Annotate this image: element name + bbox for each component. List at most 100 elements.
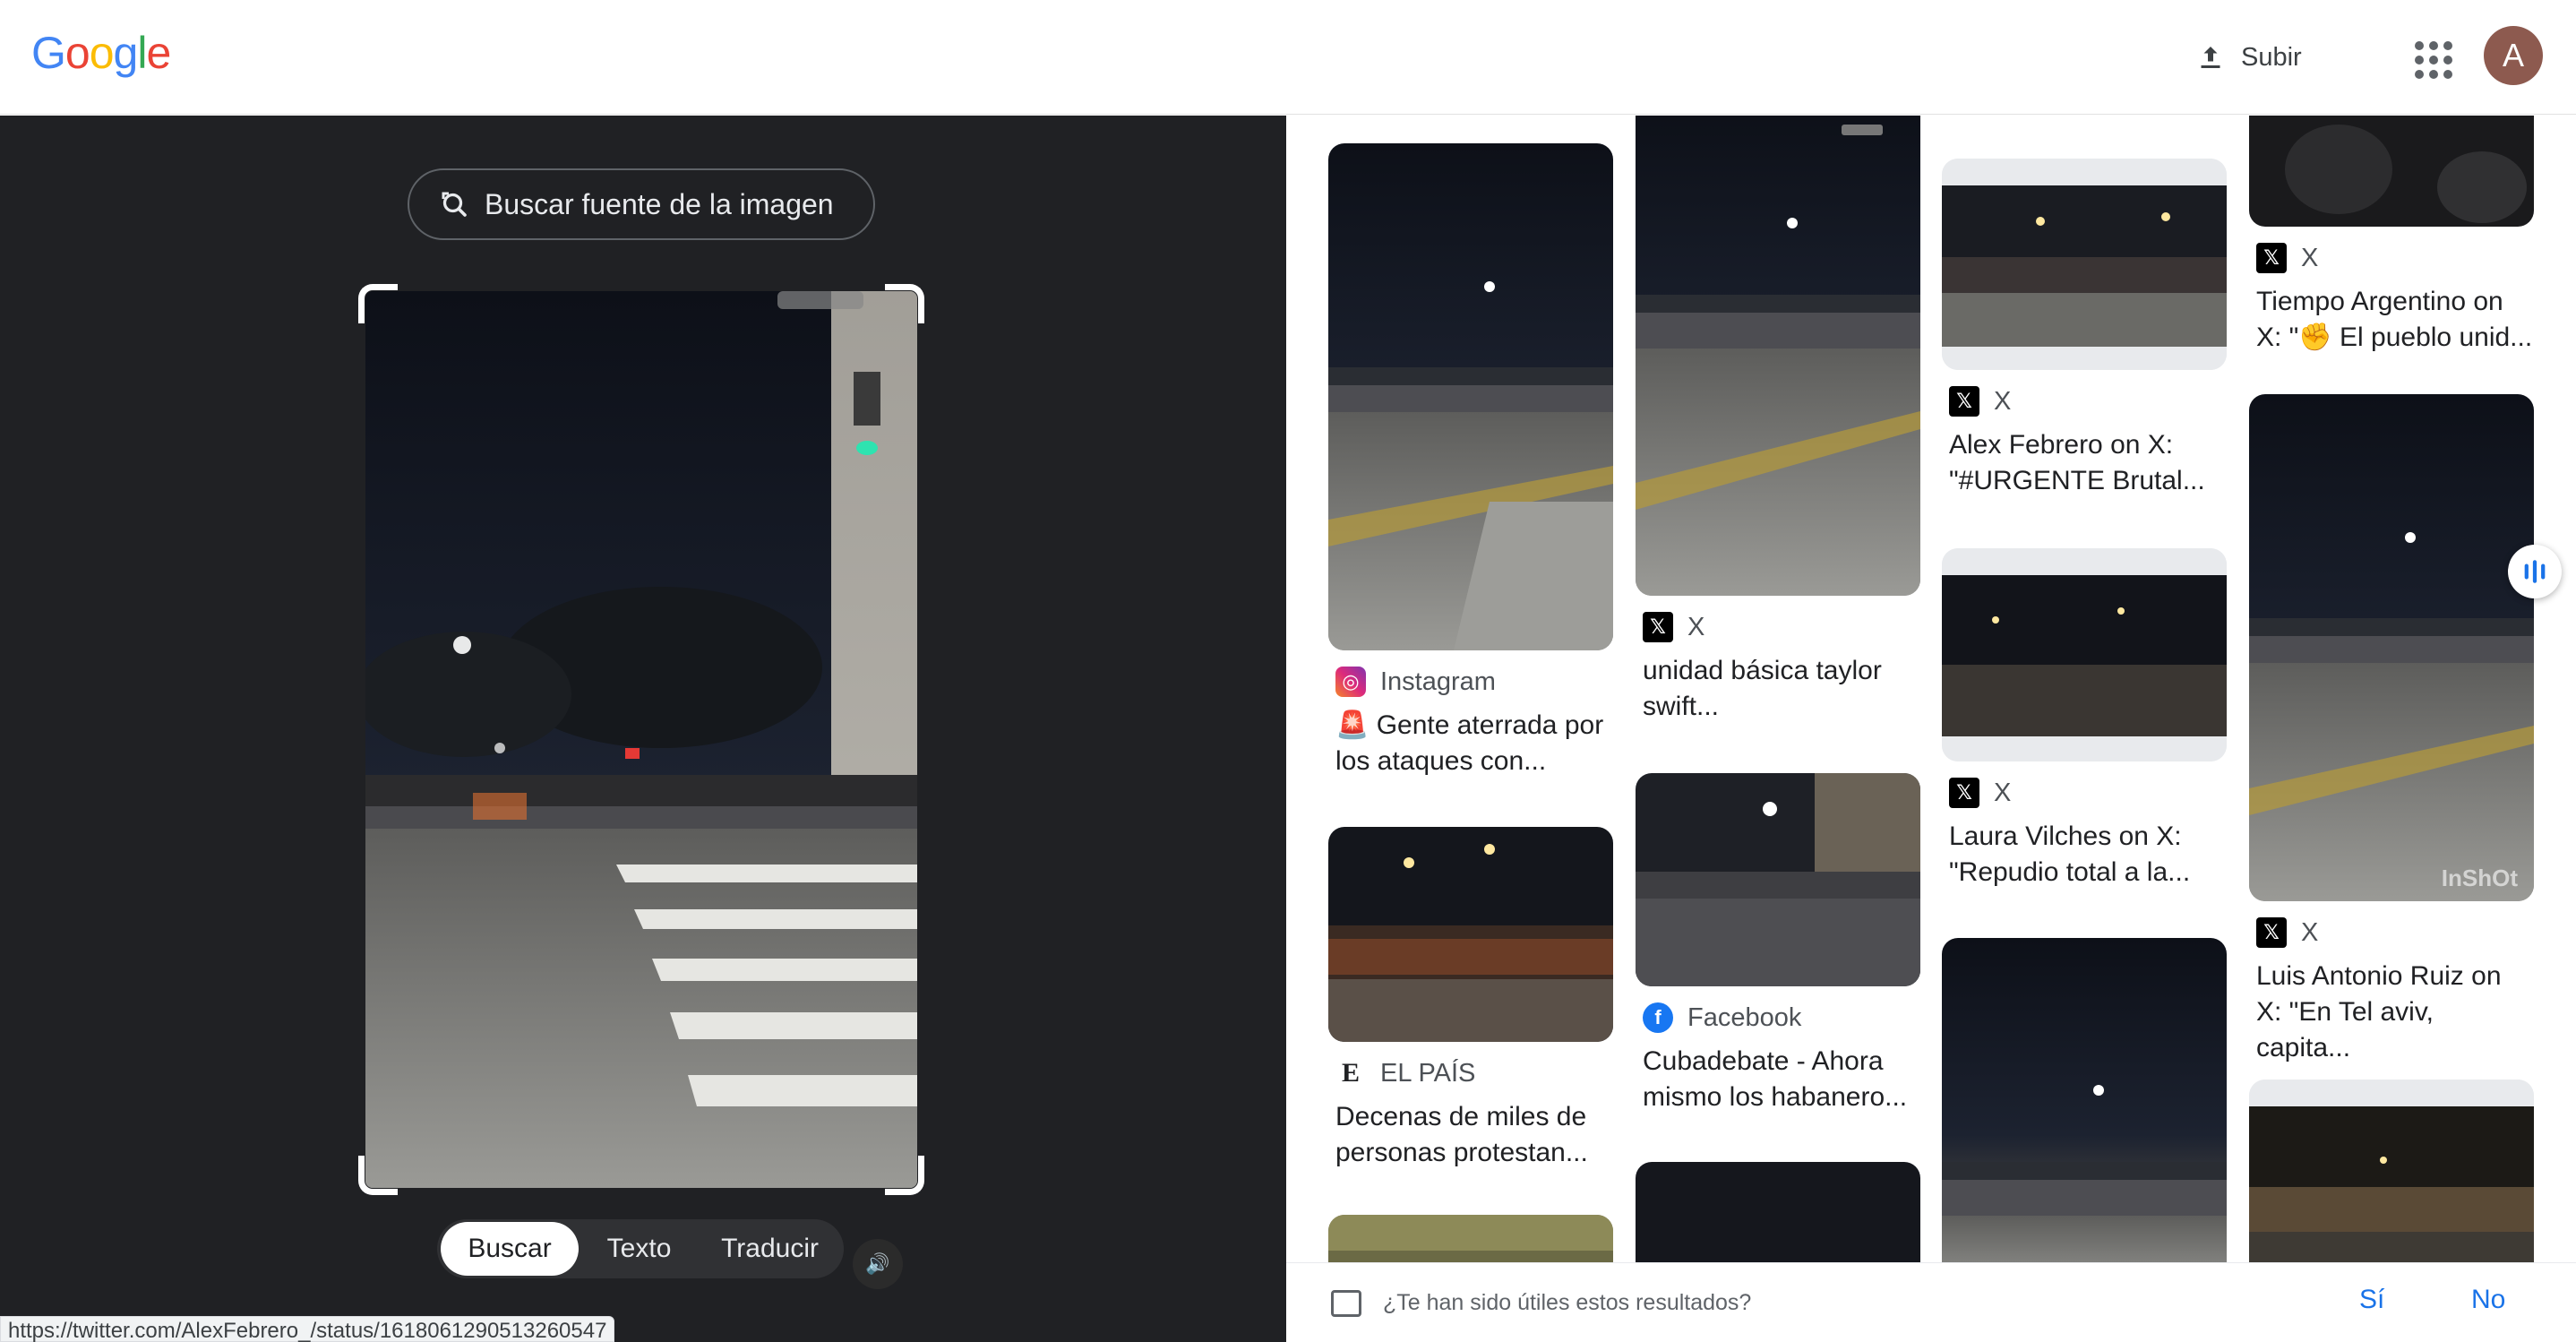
result-card[interactable]: 𝕏 X unidad básica taylor swift... <box>1636 116 1920 725</box>
result-thumbnail[interactable] <box>1942 548 2227 761</box>
result-thumbnail[interactable] <box>1636 1162 1920 1262</box>
result-source: 𝕏 X <box>2249 917 2534 948</box>
result-card[interactable]: InShOt 𝕏 X Luis Antonio Ruiz on X: "En T… <box>2249 394 2534 1066</box>
result-source: E EL PAÍS <box>1328 1058 1613 1088</box>
instagram-icon: ◎ <box>1335 667 1366 697</box>
result-thumbnail[interactable] <box>1328 1215 1613 1262</box>
lens-search-icon <box>442 192 467 217</box>
result-source: 𝕏 X <box>1942 778 2227 808</box>
result-title-line: "#URGENTE Brutal... <box>1949 466 2205 495</box>
result-title-line: los ataques con... <box>1335 746 1547 776</box>
result-title-line: Laura Vilches on X: <box>1949 822 2182 851</box>
result-card[interactable]: 𝕏 X Laura Vilches on X: "Repudio total a… <box>1942 548 2227 890</box>
feedback-yes-button[interactable]: Sí <box>2359 1285 2384 1315</box>
status-bar-url: https://twitter.com/AlexFebrero_/status/… <box>0 1316 615 1342</box>
result-title-line: personas protestan... <box>1335 1138 1588 1167</box>
result-source: ◎ Instagram <box>1328 667 1613 697</box>
result-title[interactable]: Tiempo Argentino on X: "✊ El pueblo unid… <box>2249 284 2534 356</box>
lens-mode-selector: Buscar Texto Traducir <box>437 1219 844 1278</box>
result-title-line: swift... <box>1643 692 1720 721</box>
result-thumbnail[interactable] <box>1328 827 1613 1042</box>
result-title-line: unidad básica taylor <box>1643 656 1882 685</box>
tab-buscar[interactable]: Buscar <box>441 1222 579 1276</box>
result-thumbnail[interactable] <box>1328 143 1613 650</box>
result-title-line: Cubadebate - Ahora <box>1643 1046 1884 1076</box>
tab-texto[interactable]: Texto <box>579 1222 700 1276</box>
result-title[interactable]: Luis Antonio Ruiz on X: "En Tel aviv, ca… <box>2249 959 2534 1066</box>
sound-icon[interactable]: 🔊 <box>853 1239 903 1289</box>
result-thumbnail[interactable] <box>1636 116 1920 596</box>
result-card[interactable]: E EL PAÍS Decenas de miles de personas p… <box>1328 827 1613 1171</box>
result-card[interactable]: 𝕏 X Tiempo Argentino on X: "✊ El pueblo … <box>2249 116 2534 356</box>
result-source: 𝕏 X <box>1942 386 2227 417</box>
result-card[interactable]: f Facebook Cubadebate - Ahora mismo los … <box>1636 773 1920 1115</box>
result-title[interactable]: unidad básica taylor swift... <box>1636 653 1920 725</box>
result-source-name: X <box>2301 917 2319 947</box>
top-bar: Google Subir A <box>0 0 2576 115</box>
crop-handle-top-left[interactable] <box>358 284 398 323</box>
result-thumbnail[interactable] <box>2249 116 2534 227</box>
result-card[interactable]: ◎ Instagram 🚨 Gente aterrada por los ata… <box>1328 143 1613 779</box>
facebook-icon: f <box>1643 1002 1673 1033</box>
result-card[interactable] <box>1328 1215 1613 1262</box>
query-image <box>365 291 917 1188</box>
result-source-name: X <box>1994 778 2012 807</box>
result-title-line: Alex Febrero on X: <box>1949 430 2174 460</box>
result-title-line: 🚨 Gente aterrada por <box>1335 710 1604 740</box>
avatar[interactable]: A <box>2484 26 2543 85</box>
result-card[interactable] <box>1636 1162 1920 1262</box>
inshot-watermark: InShOt <box>2441 865 2518 891</box>
result-source: 𝕏 X <box>2249 243 2534 273</box>
feedback-question: ¿Te han sido útiles estos resultados? <box>1383 1290 1752 1315</box>
result-thumbnail[interactable] <box>2249 1080 2534 1262</box>
x-icon: 𝕏 <box>2256 917 2287 948</box>
find-image-source-button[interactable]: Buscar fuente de la imagen <box>408 168 875 240</box>
find-image-source-label: Buscar fuente de la imagen <box>485 187 834 220</box>
elpais-icon: E <box>1335 1058 1366 1088</box>
x-icon: 𝕏 <box>1643 612 1673 642</box>
audio-bars-icon[interactable] <box>2508 545 2562 598</box>
lens-image-pane: Buscar fuente de la imagen 🔊 Buscar Text… <box>0 116 1286 1342</box>
result-title-line: Decenas de miles de <box>1335 1102 1587 1131</box>
crop-handle-bottom-left[interactable] <box>358 1156 398 1195</box>
result-title[interactable]: Laura Vilches on X: "Repudio total a la.… <box>1942 819 2227 890</box>
result-title[interactable]: Cubadebate - Ahora mismo los habanero... <box>1636 1044 1920 1115</box>
result-title-line: X: "En Tel aviv, capita... <box>2256 997 2434 1062</box>
logo-letter: G <box>31 28 66 78</box>
visual-matches-results: ◎ Instagram 🚨 Gente aterrada por los ata… <box>1286 116 2576 1262</box>
result-source-name: EL PAÍS <box>1380 1058 1476 1088</box>
result-title[interactable]: Decenas de miles de personas protestan..… <box>1328 1099 1613 1171</box>
result-source: f Facebook <box>1636 1002 1920 1033</box>
tab-traducir[interactable]: Traducir <box>700 1222 840 1276</box>
result-thumbnail[interactable]: InShOt <box>2249 394 2534 901</box>
result-title-line: "Repudio total a la... <box>1949 857 2191 887</box>
logo-letter: e <box>146 28 171 78</box>
logo-letter: g <box>113 28 139 78</box>
result-card[interactable] <box>2249 1080 2534 1262</box>
selected-image-area[interactable]: 🔊 <box>358 284 924 1289</box>
logo-letter: o <box>64 28 90 78</box>
result-card[interactable]: 𝕏 X Alex Febrero on X: "#URGENTE Brutal.… <box>1942 159 2227 499</box>
result-source-name: Facebook <box>1687 1002 1802 1032</box>
result-thumbnail[interactable] <box>1636 773 1920 986</box>
crop-handle-top-right[interactable] <box>885 284 924 323</box>
result-source-name: X <box>1687 612 1705 641</box>
result-thumbnail[interactable] <box>1942 159 2227 370</box>
results-feedback-bar: ¿Te han sido útiles estos resultados? Sí… <box>1286 1262 2576 1342</box>
result-title-line: Tiempo Argentino on <box>2256 287 2503 316</box>
apps-grid-icon[interactable] <box>2409 36 2452 79</box>
x-icon: 𝕏 <box>2256 243 2287 273</box>
result-thumbnail[interactable] <box>1942 938 2227 1262</box>
google-logo[interactable]: Google <box>31 27 171 79</box>
result-title[interactable]: Alex Febrero on X: "#URGENTE Brutal... <box>1942 427 2227 499</box>
feedback-no-button[interactable]: No <box>2471 1285 2505 1315</box>
result-title-line: Luis Antonio Ruiz on <box>2256 961 2502 991</box>
crop-handle-bottom-right[interactable] <box>885 1156 924 1195</box>
result-title[interactable]: 🚨 Gente aterrada por los ataques con... <box>1328 708 1613 779</box>
result-source-name: X <box>1994 386 2012 416</box>
upload-button[interactable]: Subir <box>2194 32 2302 82</box>
result-title-line: mismo los habanero... <box>1643 1082 1908 1112</box>
logo-letter: l <box>137 28 147 78</box>
result-card[interactable] <box>1942 938 2227 1262</box>
result-title-line: X: "✊ El pueblo unid... <box>2256 323 2533 352</box>
